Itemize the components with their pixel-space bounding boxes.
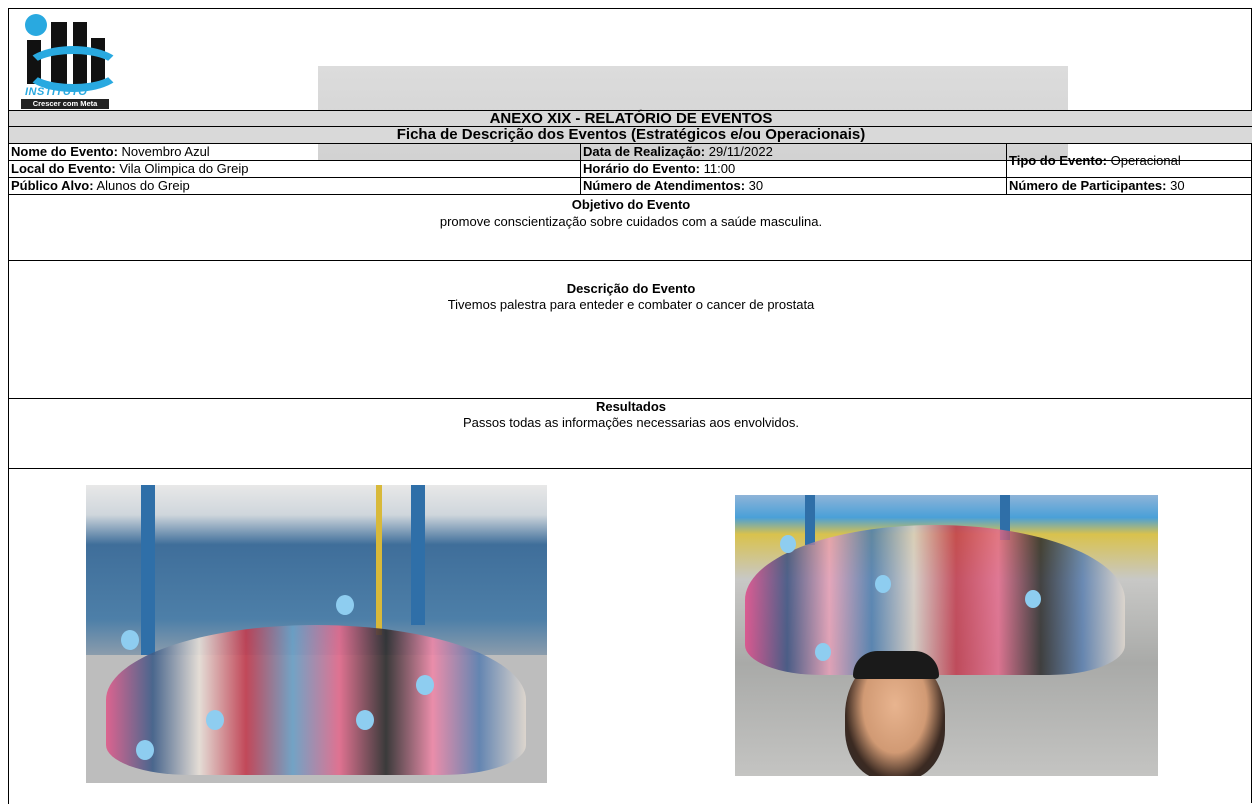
report-subtitle-row: Ficha de Descrição dos Eventos (Estratég… [9, 127, 1252, 144]
event-photo-group-2 [735, 495, 1158, 776]
horario-label: Horário do Evento: [583, 161, 701, 176]
atendimentos-cell: Número de Atendimentos: 30 [581, 178, 1007, 194]
descricao-heading: Descrição do Evento [566, 281, 696, 296]
participantes-cell: Número de Participantes: 30 [1007, 178, 1252, 194]
event-photo-group-1 [86, 485, 547, 783]
local-value: Vila Olimpica do Greip [119, 161, 249, 176]
nome-cell: Nome do Evento: Novembro Azul [9, 144, 581, 160]
objetivo-heading: Objetivo do Evento [571, 197, 691, 212]
atendimentos-value: 30 [748, 178, 764, 193]
nome-value: Novembro Azul [121, 144, 210, 159]
tipo-cell: Tipo do Evento: Operacional [1007, 144, 1252, 178]
resultados-section: Resultados Passos todas as informações n… [9, 399, 1252, 469]
objetivo-section: Objetivo do Evento promove conscientizaç… [9, 195, 1252, 261]
descricao-text: Tivemos palestra para enteder e combater… [447, 297, 815, 312]
horario-cell: Horário do Evento: 11:00 [581, 161, 1007, 177]
participantes-label: Número de Participantes: [1009, 178, 1167, 193]
logo-name: INSTITUTO [25, 86, 88, 98]
horario-value: 11:00 [703, 161, 736, 176]
atendimentos-label: Número de Atendimentos: [583, 178, 746, 193]
logo-tagline: Crescer com Meta [21, 99, 109, 109]
report-subtitle: Ficha de Descrição dos Eventos (Estratég… [396, 126, 866, 143]
nome-label: Nome do Evento: [11, 144, 118, 159]
data-value: 29/11/2022 [708, 144, 773, 159]
info-row-3: Público Alvo: Alunos do Greip Número de … [9, 178, 1252, 195]
report-sheet: INSTITUTO Crescer com Meta ANEXO XIX - R… [8, 8, 1252, 804]
report-title: ANEXO XIX - RELATÓRIO DE EVENTOS [489, 110, 773, 127]
data-cell: Data de Realização: 29/11/2022 [581, 144, 1007, 160]
descricao-section: Descrição do Evento Tivemos palestra par… [9, 261, 1252, 399]
institute-logo: INSTITUTO Crescer com Meta [19, 14, 123, 109]
objetivo-text: promove conscientização sobre cuidados c… [439, 214, 823, 229]
report-title-row: ANEXO XIX - RELATÓRIO DE EVENTOS [9, 110, 1252, 127]
publico-value: Alunos do Greip [96, 178, 190, 193]
publico-label: Público Alvo: [11, 178, 94, 193]
tipo-value: Operacional [1110, 153, 1181, 168]
publico-cell: Público Alvo: Alunos do Greip [9, 178, 581, 194]
info-row-2: Local do Evento: Vila Olimpica do Greip … [9, 161, 1007, 178]
tipo-label: Tipo do Evento: [1009, 153, 1107, 168]
local-cell: Local do Evento: Vila Olimpica do Greip [9, 161, 581, 177]
resultados-text: Passos todas as informações necessarias … [462, 415, 799, 430]
data-label: Data de Realização: [583, 144, 706, 159]
resultados-heading: Resultados [595, 399, 667, 414]
local-label: Local do Evento: [11, 161, 116, 176]
participantes-value: 30 [1170, 178, 1185, 193]
